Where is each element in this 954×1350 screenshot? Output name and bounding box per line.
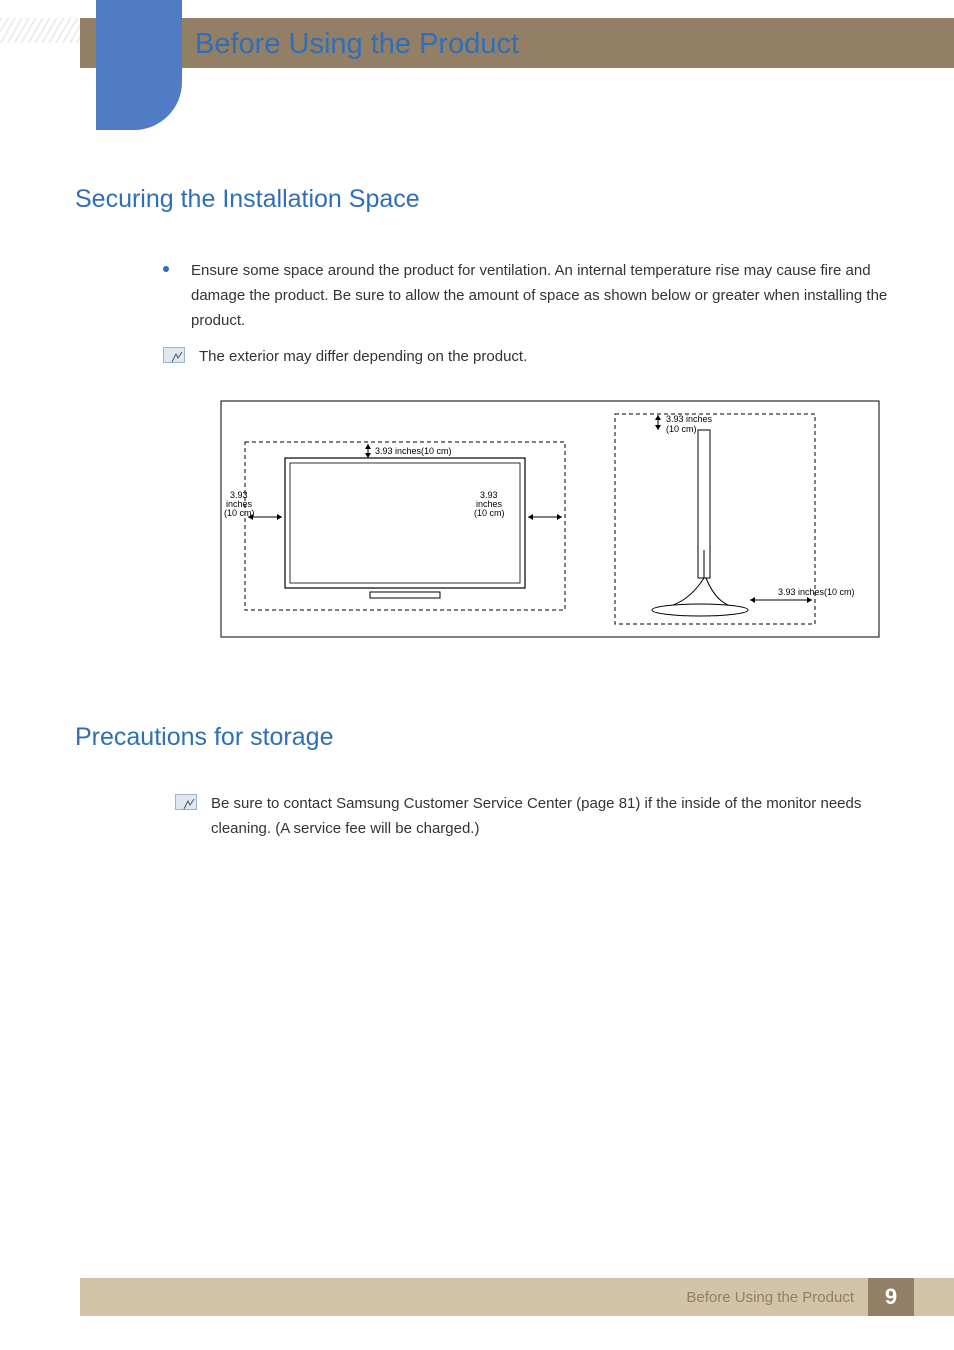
content-area: Securing the Installation Space Ensure s… — [75, 185, 894, 854]
diagram-label-bottom-right: 3.93 inches(10 cm) — [778, 587, 855, 597]
page-title: Before Using the Product — [195, 28, 519, 61]
svg-text:(10 cm): (10 cm) — [666, 424, 697, 434]
note-text-storage: Be sure to contact Samsung Customer Serv… — [211, 792, 894, 842]
bullet-text: Ensure some space around the product for… — [191, 259, 894, 333]
svg-text:(10 cm): (10 cm) — [224, 508, 255, 518]
diagram-label-top-left: 3.93 inches(10 cm) — [375, 446, 452, 456]
note-icon — [163, 347, 185, 363]
bullet-item: Ensure some space around the product for… — [163, 259, 894, 333]
svg-text:(10 cm): (10 cm) — [474, 508, 505, 518]
svg-text:3.93 inches: 3.93 inches — [666, 414, 713, 424]
section-heading-storage: Precautions for storage — [75, 723, 894, 752]
footer-page-number: 9 — [868, 1278, 914, 1316]
note-icon — [175, 794, 197, 810]
clearance-diagram: 3.93 inches(10 cm) 3.93 inches (10 cm) 3… — [220, 400, 880, 638]
note-text: The exterior may differ depending on the… — [199, 345, 527, 370]
note-item-storage: Be sure to contact Samsung Customer Serv… — [175, 792, 894, 842]
header-accent-block — [96, 0, 182, 130]
page-footer: Before Using the Product 9 — [80, 1278, 954, 1316]
section-heading-installation: Securing the Installation Space — [75, 185, 894, 214]
bullet-dot-icon — [163, 266, 169, 272]
header-hatch-decoration — [0, 18, 80, 43]
note-item: The exterior may differ depending on the… — [163, 345, 894, 370]
footer-text: Before Using the Product — [686, 1289, 854, 1306]
